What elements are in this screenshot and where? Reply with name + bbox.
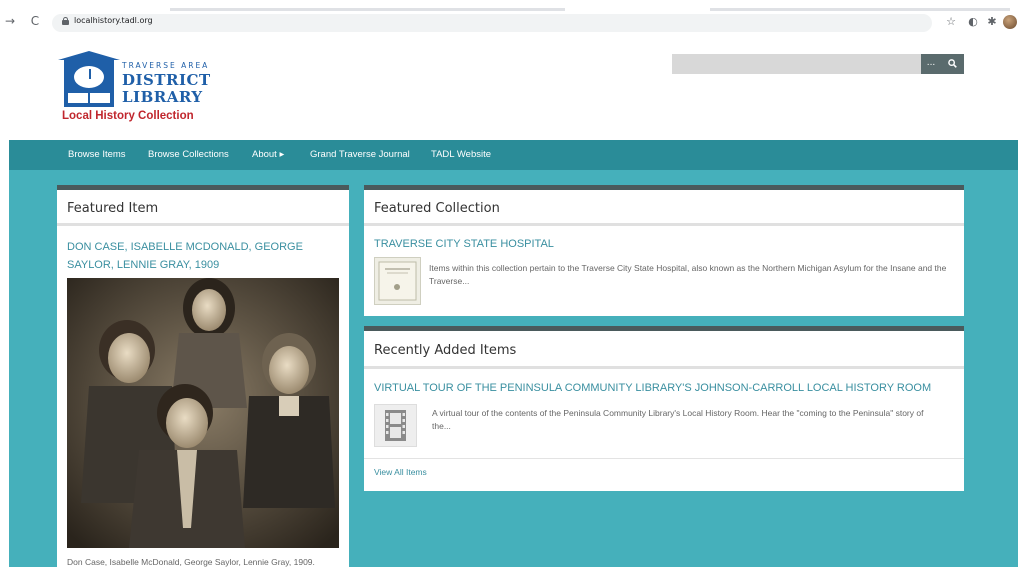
- nav-tadl-website[interactable]: TADL Website: [431, 149, 491, 160]
- featured-item-caption: Don Case, Isabelle McDonald, George Sayl…: [67, 557, 315, 567]
- recently-added-heading: Recently Added Items: [374, 343, 517, 358]
- search-input[interactable]: [672, 54, 921, 74]
- nav-about[interactable]: About ▸: [252, 149, 284, 160]
- view-all-items-link[interactable]: View All Items: [374, 467, 427, 477]
- collection-thumbnail[interactable]: [374, 257, 421, 305]
- main-nav: Browse Items Browse Collections About ▸ …: [9, 140, 1018, 170]
- featured-collection-title-link[interactable]: TRAVERSE CITY STATE HOSPITAL: [374, 238, 554, 250]
- nav-browse-collections[interactable]: Browse Collections: [148, 149, 229, 160]
- browser-toolbar: → C localhistory.tadl.org ☆ ◐ ✱: [0, 12, 1018, 34]
- search-options-button[interactable]: ...: [921, 54, 941, 74]
- featured-item-title-link[interactable]: DON CASE, ISABELLE MCDONALD, GEORGE SAYL…: [67, 238, 337, 274]
- featured-collection-description: Items within this collection pertain to …: [429, 263, 947, 286]
- search-options-label: ...: [926, 58, 936, 68]
- browser-tabstrip: [0, 0, 1018, 11]
- divider: [364, 366, 964, 369]
- nav-grand-traverse-journal[interactable]: Grand Traverse Journal: [310, 149, 410, 160]
- search-button[interactable]: [941, 54, 964, 74]
- featured-item-photo[interactable]: [67, 278, 339, 548]
- featured-item-panel: Featured Item DON CASE, ISABELLE MCDONAL…: [57, 185, 349, 567]
- tab-indicator: [170, 8, 565, 11]
- logo-line-2: DISTRICT: [122, 71, 211, 89]
- puzzle-icon[interactable]: ✱: [985, 15, 999, 28]
- site-header: TRAVERSE AREA DISTRICT LIBRARY Local His…: [0, 34, 1018, 140]
- divider: [57, 223, 349, 226]
- video-thumbnail[interactable]: [374, 404, 417, 447]
- search-icon: [948, 59, 957, 68]
- featured-collection-heading: Featured Collection: [374, 201, 500, 216]
- library-building-icon: [58, 51, 120, 111]
- profile-icon[interactable]: [1003, 15, 1017, 29]
- reload-icon[interactable]: C: [27, 14, 43, 28]
- recently-added-panel: Recently Added Items VIRTUAL TOUR OF THE…: [364, 326, 964, 491]
- extension-icon[interactable]: ◐: [966, 15, 980, 28]
- main-content: Featured Item DON CASE, ISABELLE MCDONAL…: [9, 170, 1018, 567]
- logo-line-1: TRAVERSE AREA: [122, 61, 210, 70]
- film-icon: [385, 410, 406, 441]
- featured-collection-panel: Featured Collection TRAVERSE CITY STATE …: [364, 185, 964, 316]
- star-icon[interactable]: ☆: [944, 15, 958, 28]
- nav-browse-items[interactable]: Browse Items: [68, 149, 126, 160]
- recent-item-description: A virtual tour of the contents of the Pe…: [432, 408, 924, 431]
- back-icon[interactable]: →: [2, 14, 18, 28]
- divider: [364, 458, 964, 459]
- divider: [364, 223, 964, 226]
- lock-icon[interactable]: [62, 17, 69, 25]
- recent-item-title-link[interactable]: VIRTUAL TOUR OF THE PENINSULA COMMUNITY …: [374, 382, 931, 394]
- historic-children-photo: [67, 278, 339, 548]
- logo-line-3: LIBRARY: [122, 88, 203, 106]
- url-text[interactable]: localhistory.tadl.org: [74, 16, 153, 25]
- logo-tagline: Local History Collection: [62, 110, 194, 122]
- site-logo[interactable]: TRAVERSE AREA DISTRICT LIBRARY Local His…: [58, 51, 218, 123]
- address-bar[interactable]: [52, 14, 932, 32]
- featured-item-heading: Featured Item: [67, 201, 159, 216]
- document-icon: [378, 261, 417, 301]
- tab-indicator: [710, 8, 1010, 11]
